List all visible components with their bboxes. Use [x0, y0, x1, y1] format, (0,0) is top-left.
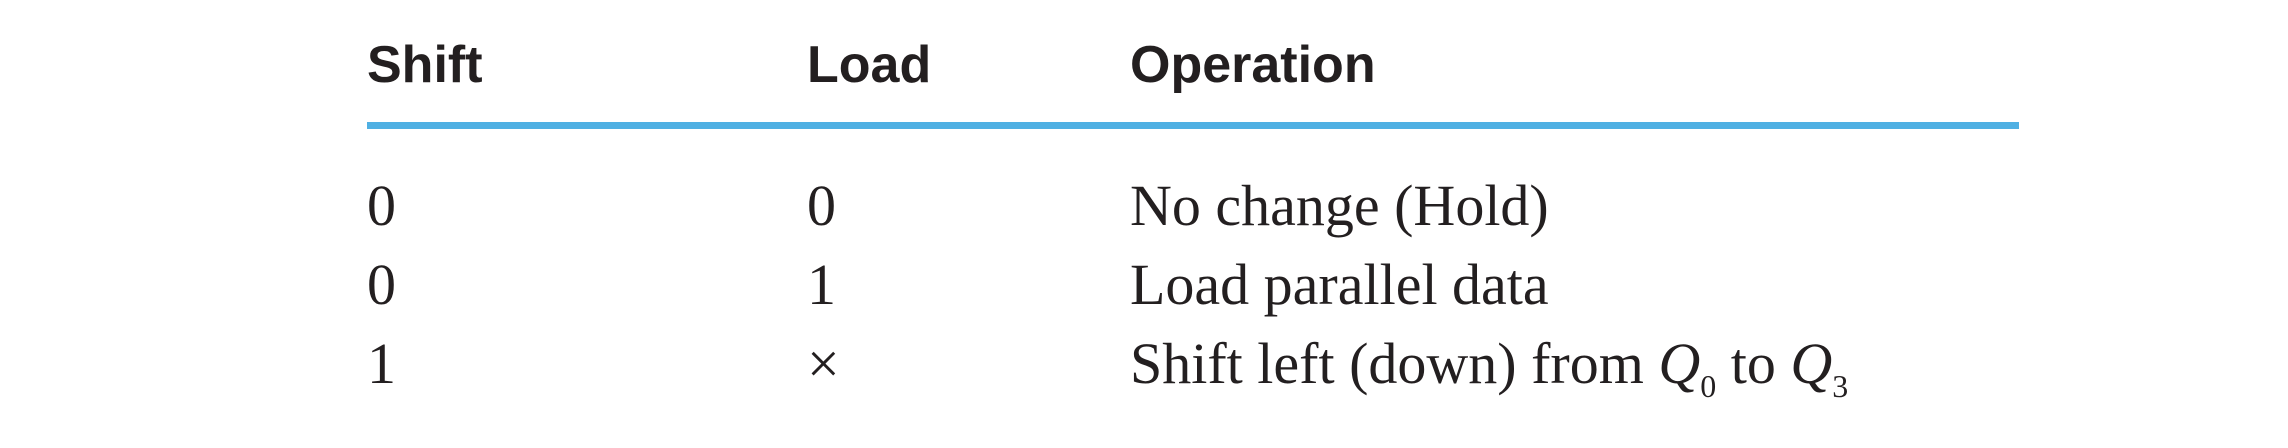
cell-operation: Load parallel data — [1130, 252, 1549, 317]
header-divider — [367, 122, 2019, 129]
table-row: 0 1 Load parallel data — [367, 250, 2019, 320]
header-operation: Operation — [1130, 36, 1376, 94]
operation-table: Shift Load Operation 0 0 No change (Hold… — [367, 0, 2019, 448]
subscript: 0 — [1700, 368, 1717, 404]
operation-text: Shift left (down) from — [1130, 331, 1659, 396]
operation-text: to — [1716, 331, 1791, 396]
cell-shift: 1 — [367, 331, 396, 396]
cell-operation: Shift left (down) from Q0 to Q3 — [1130, 329, 1848, 421]
subscript: 3 — [1832, 368, 1849, 404]
cell-load: 0 — [807, 173, 836, 238]
variable-q: Q — [1790, 331, 1833, 396]
cell-operation: No change (Hold) — [1130, 173, 1549, 238]
cell-load: × — [807, 331, 840, 396]
cell-shift: 0 — [367, 173, 396, 238]
header-load: Load — [807, 36, 932, 94]
table-row: 1 × Shift left (down) from Q0 to Q3 — [367, 329, 2019, 404]
cell-shift: 0 — [367, 252, 396, 317]
table-header: Shift Load Operation — [367, 30, 2019, 100]
variable-q: Q — [1658, 331, 1701, 396]
header-shift: Shift — [367, 36, 483, 94]
cell-load: 1 — [807, 252, 836, 317]
table-row: 0 0 No change (Hold) — [367, 171, 2019, 241]
